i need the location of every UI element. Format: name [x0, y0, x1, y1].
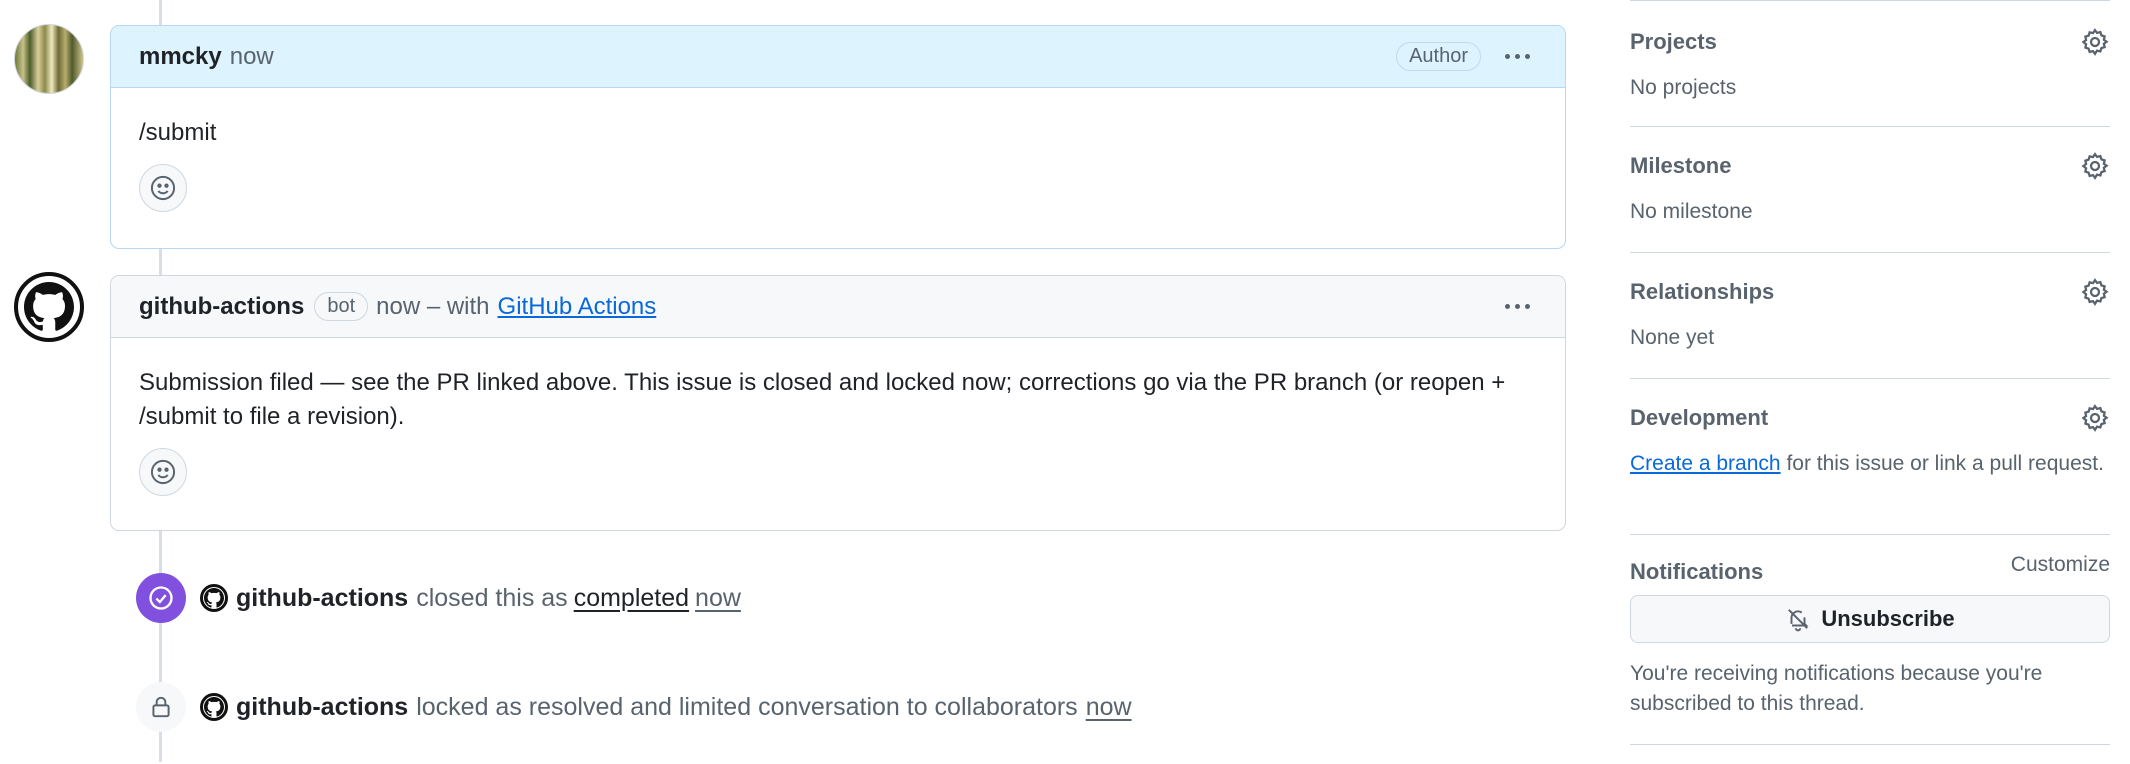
notifications-reason: You're receiving notifications because y… [1630, 662, 2043, 715]
avatar-mmcky[interactable] [14, 24, 84, 94]
sidebar-milestone-header[interactable]: Milestone [1630, 151, 2110, 181]
sidebar-milestone-title: Milestone [1630, 153, 1732, 178]
comment-header: mmcky now Author [111, 26, 1565, 88]
github-octocat-icon [204, 588, 224, 608]
closed-completed-icon [136, 573, 186, 623]
comment-menu-button[interactable] [1497, 42, 1537, 72]
github-actions-link[interactable]: GitHub Actions [498, 293, 657, 321]
add-reaction-button[interactable] [139, 164, 187, 212]
comment-header: github-actions bot now – with GitHub Act… [111, 276, 1565, 338]
event-text: closed this as [416, 583, 568, 612]
kebab-dot-icon [1504, 54, 1510, 59]
comment-mmcky: mmcky now Author /submit [110, 25, 1566, 249]
gear-icon[interactable] [2080, 403, 2110, 433]
github-octocat-icon [204, 697, 224, 717]
event-time[interactable]: now [695, 584, 741, 613]
unsubscribe-label: Unsubscribe [1821, 606, 1955, 631]
sidebar-projects: Projects No projects [1630, 0, 2110, 126]
comment-body: Submission filed — see the PR linked abo… [111, 338, 1565, 516]
author-badge: Author [1396, 42, 1481, 71]
sidebar-projects-value: No projects [1630, 76, 1737, 99]
smiley-icon [150, 459, 176, 485]
comment-github-actions: github-actions bot now – with GitHub Act… [110, 275, 1566, 531]
comment-time[interactable]: now [230, 43, 274, 71]
comment-author[interactable]: mmcky [139, 43, 222, 71]
development-description: for this issue or link a pull request. [1786, 452, 2104, 475]
sidebar-next-section [1630, 744, 2110, 764]
event-actor[interactable]: github-actions [236, 693, 408, 722]
sidebar-development: Development Create a branch for this iss… [1630, 378, 2110, 534]
sidebar-milestone: Milestone No milestone [1630, 126, 2110, 252]
kebab-dot-icon [1524, 304, 1530, 309]
unsubscribe-button[interactable]: Unsubscribe [1630, 595, 2110, 643]
avatar-github-actions[interactable] [14, 272, 84, 342]
sidebar-relationships-value: None yet [1630, 326, 1715, 349]
sidebar-projects-header[interactable]: Projects [1630, 27, 2110, 57]
comment-menu-button[interactable] [1497, 292, 1537, 322]
sidebar-milestone-value: No milestone [1630, 200, 1753, 223]
github-octocat-icon [24, 282, 74, 331]
sidebar-projects-title: Projects [1630, 29, 1717, 54]
sidebar-relationships-header[interactable]: Relationships [1630, 277, 2110, 307]
gear-icon[interactable] [2080, 277, 2110, 307]
event-locked: github-actions locked as resolved and li… [136, 682, 1132, 732]
add-reaction-button[interactable] [139, 448, 187, 496]
kebab-dot-icon [1524, 54, 1530, 59]
customize-notifications-button[interactable]: Customize [2011, 553, 2110, 577]
sidebar-development-header[interactable]: Development [1630, 403, 2110, 433]
comment-text: Submission filed — see the PR linked abo… [139, 369, 1506, 430]
comment-author[interactable]: github-actions [139, 293, 304, 321]
sidebar-development-title: Development [1630, 405, 1769, 430]
bell-slash-icon [1788, 609, 1809, 632]
create-branch-link[interactable]: Create a branch [1630, 452, 1781, 475]
sidebar-notifications: Notifications Customize Unsubscribe You'… [1630, 534, 2110, 744]
comment-text: /submit [139, 119, 217, 146]
kebab-dot-icon [1514, 54, 1520, 59]
github-actions-mini-avatar[interactable] [200, 693, 228, 721]
kebab-dot-icon [1504, 304, 1510, 309]
event-text: locked as resolved and limited conversat… [416, 692, 1078, 721]
smiley-icon [150, 175, 176, 201]
github-actions-mini-avatar[interactable] [200, 584, 228, 612]
bot-badge: bot [314, 292, 369, 321]
sidebar-notifications-title: Notifications [1630, 559, 1764, 584]
kebab-dot-icon [1514, 304, 1520, 309]
lock-icon [136, 682, 186, 732]
event-state-link[interactable]: completed [574, 584, 689, 613]
gear-icon[interactable] [2080, 27, 2110, 57]
comment-time[interactable]: now – with [376, 293, 489, 321]
sidebar-development-text: Create a branch for this issue or link a… [1630, 449, 2110, 479]
sidebar-relationships: Relationships None yet [1630, 252, 2110, 378]
sidebar-relationships-title: Relationships [1630, 279, 1775, 304]
comment-body: /submit [111, 88, 1565, 232]
event-time[interactable]: now [1086, 693, 1132, 722]
event-closed: github-actions closed this as completed … [136, 573, 741, 623]
event-actor[interactable]: github-actions [236, 584, 408, 613]
gear-icon[interactable] [2080, 151, 2110, 181]
issue-sidebar: Projects No projects Milestone No milest… [1630, 0, 2110, 764]
